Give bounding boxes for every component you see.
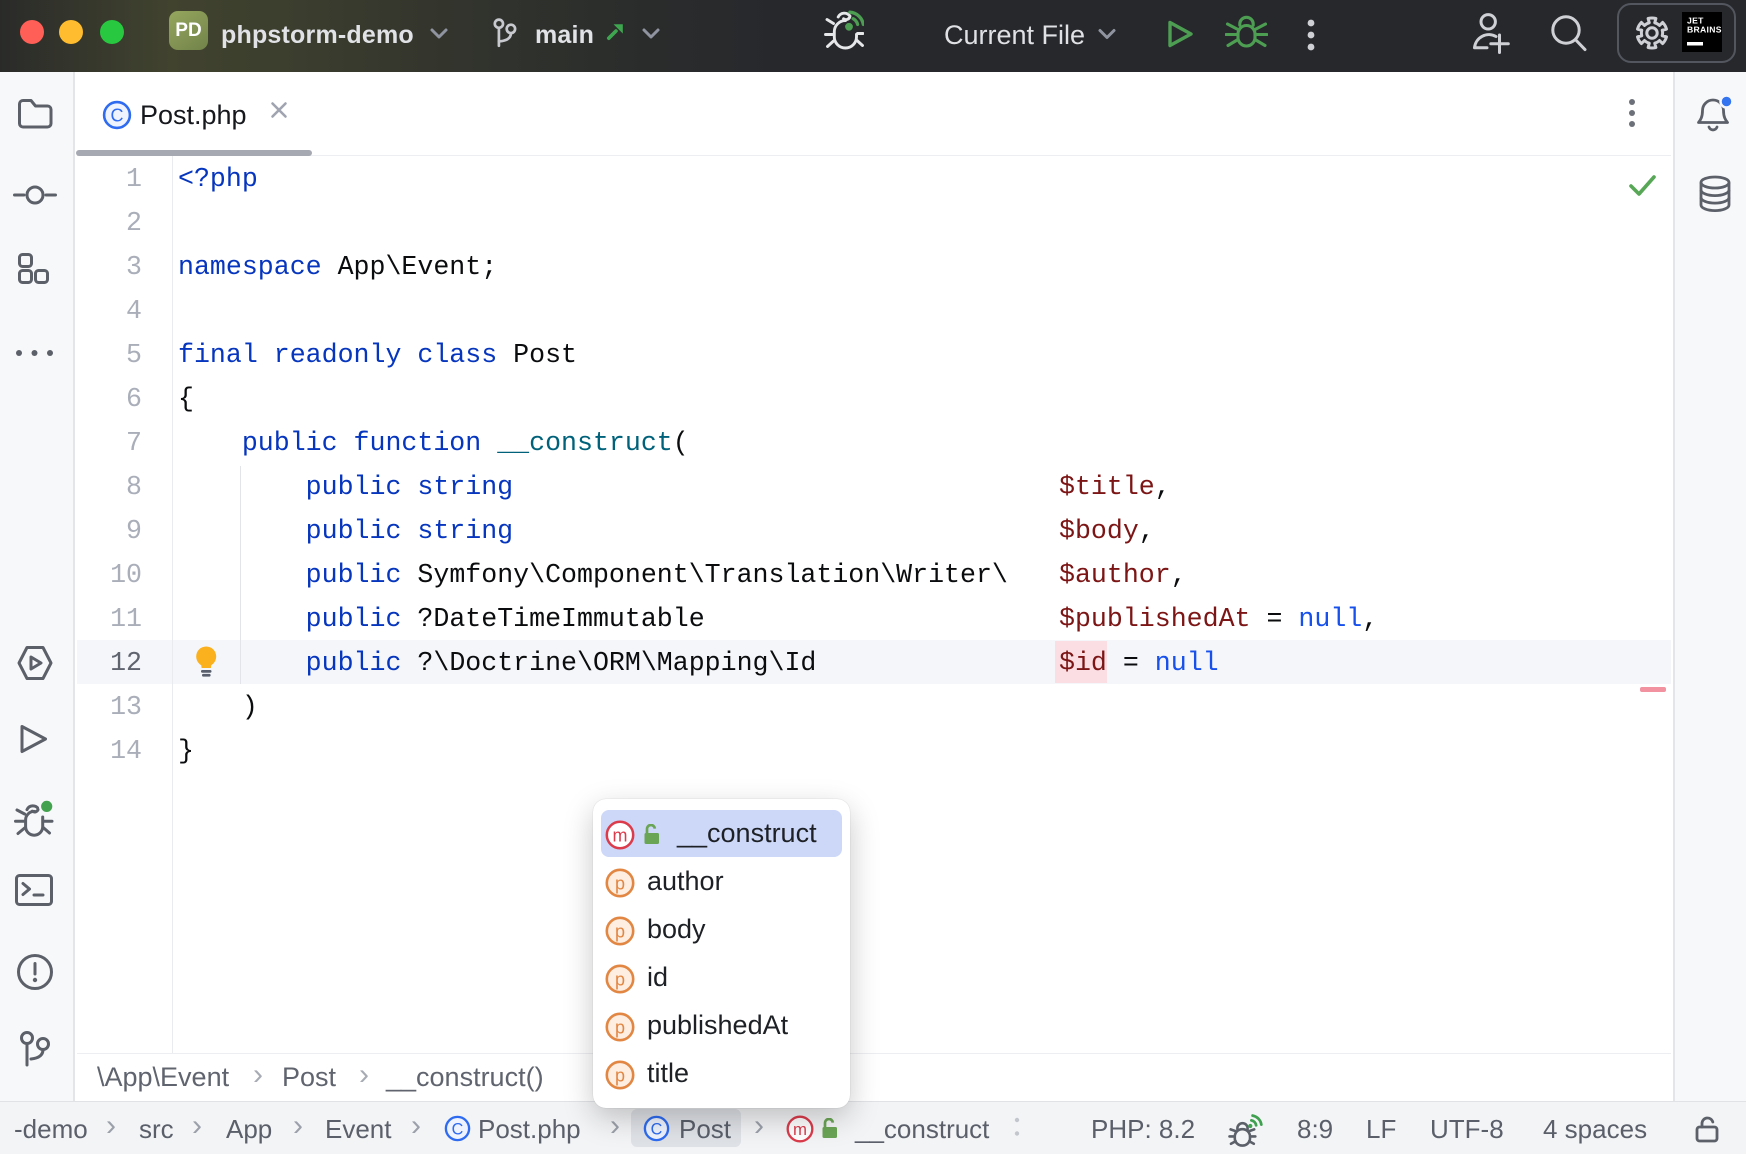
svg-text:BRAINS: BRAINS [1687,24,1722,34]
svg-text:m: m [613,826,628,846]
svg-text:C: C [452,1120,464,1138]
svg-text:p: p [615,922,625,942]
svg-text:p: p [615,970,625,990]
svg-text:C: C [651,1120,663,1138]
svg-text:p: p [615,1018,625,1038]
svg-text:C: C [111,106,124,126]
svg-text:m: m [793,1120,807,1139]
svg-text:p: p [615,874,625,894]
svg-text:p: p [615,1066,625,1086]
